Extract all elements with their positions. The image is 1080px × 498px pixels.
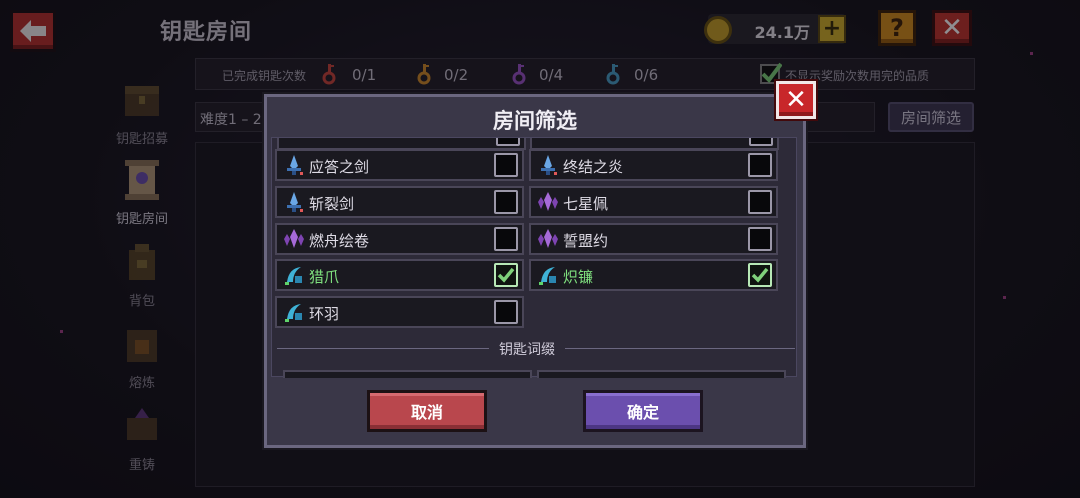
section-title: 钥匙词缀: [489, 339, 565, 359]
item-name: 环羽: [309, 305, 340, 323]
cyan-claw-icon: [283, 301, 305, 323]
blue-sword-icon: [537, 154, 559, 176]
purple-crystal-icon: [537, 191, 559, 213]
list-item[interactable]: 誓盟约: [529, 223, 778, 255]
list-item[interactable]: 终结之炎: [529, 149, 778, 181]
list-item[interactable]: 燃舟绘卷: [275, 223, 524, 255]
item-checkbox[interactable]: [494, 300, 518, 324]
list-item[interactable]: 猎爪: [275, 259, 524, 291]
list-item[interactable]: 炽镰: [529, 259, 778, 291]
item-checkbox[interactable]: [748, 190, 772, 214]
purple-crystal-icon: [283, 228, 305, 250]
list-item[interactable]: 斩裂剑: [275, 186, 524, 218]
checkmark-icon: [497, 267, 515, 283]
item-checkbox[interactable]: [494, 190, 518, 214]
item-name: 终结之炎: [563, 158, 624, 176]
purple-crystal-icon: [537, 228, 559, 250]
checkbox[interactable]: [749, 138, 773, 146]
list-item[interactable]: [283, 370, 532, 378]
dialog-title: 房间筛选: [493, 109, 577, 133]
item-checkbox[interactable]: [494, 263, 518, 287]
list-item[interactable]: 环羽: [275, 296, 524, 328]
cyan-claw-icon: [537, 264, 559, 286]
blue-sword-icon: [283, 191, 305, 213]
item-name: 燃舟绘卷: [309, 232, 370, 250]
item-name: 七星佩: [563, 195, 609, 213]
item-name: 誓盟约: [563, 232, 609, 250]
list-item[interactable]: [537, 370, 786, 378]
confirm-button[interactable]: 确定: [583, 390, 703, 432]
item-checkbox[interactable]: [748, 263, 772, 287]
cancel-button[interactable]: 取消: [367, 390, 487, 432]
item-name: 炽镰: [563, 268, 594, 286]
item-checkbox[interactable]: [494, 227, 518, 251]
list-item[interactable]: 七星佩: [529, 186, 778, 218]
close-dialog-button[interactable]: ✕: [776, 81, 816, 119]
item-name: 猎爪: [309, 268, 340, 286]
item-checkbox[interactable]: [748, 227, 772, 251]
item-checkbox[interactable]: [494, 153, 518, 177]
item-name: 斩裂剑: [309, 195, 355, 213]
item-checkbox[interactable]: [748, 153, 772, 177]
checkmark-icon: [751, 267, 769, 283]
blue-sword-icon: [283, 154, 305, 176]
checkbox[interactable]: [496, 138, 520, 146]
list-item[interactable]: 应答之剑: [275, 149, 524, 181]
cyan-claw-icon: [283, 264, 305, 286]
item-name: 应答之剑: [309, 158, 370, 176]
